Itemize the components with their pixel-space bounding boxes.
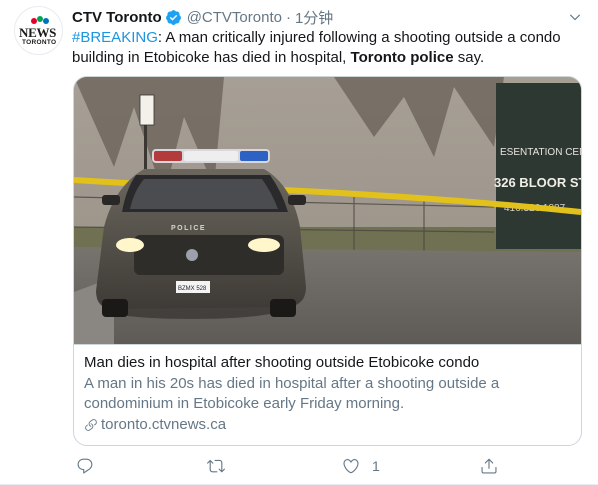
card-image[interactable]: ESENTATION CEN 326 BLOOR ST. 416.326.188… <box>74 77 581 344</box>
share-icon <box>481 458 497 474</box>
card-description: A man in his 20s has died in hospital af… <box>84 375 500 412</box>
link-card[interactable]: ESENTATION CEN 326 BLOOR ST. 416.326.188… <box>73 76 582 446</box>
avatar[interactable]: NEWS TORONTO <box>14 6 63 55</box>
tweet-text-part2: say. <box>453 48 485 66</box>
card-link-text: toronto.ctvnews.ca <box>101 416 227 433</box>
tweet-header: CTV Toronto @CTVToronto · 1分钟 <box>72 7 333 27</box>
car-hood-text: POLICE <box>171 225 206 232</box>
like-count: 1 <box>372 458 380 474</box>
card-link[interactable]: toronto.ctvnews.ca <box>84 416 571 433</box>
timestamp[interactable]: 1分钟 <box>295 7 333 28</box>
link-icon <box>85 418 97 431</box>
reply-icon <box>77 458 93 474</box>
hashtag-link[interactable]: #BREAKING <box>72 29 158 46</box>
tweet-text-bold: Toronto police <box>350 48 454 66</box>
display-name[interactable]: CTV Toronto <box>72 9 162 26</box>
separator-dot: · <box>285 8 291 26</box>
retweet-icon <box>207 459 225 473</box>
more-options-chevron-down-icon[interactable] <box>566 8 584 26</box>
handle[interactable]: @CTVToronto <box>187 9 282 26</box>
tweet-actions: 1 <box>72 454 512 478</box>
reply-button[interactable] <box>76 454 94 478</box>
tweet[interactable]: NEWS TORONTO CTV Toronto @CTVToronto · 1… <box>0 0 598 485</box>
sign-text-1: ESENTATION CEN <box>500 147 581 158</box>
license-plate-text: BZMX 528 <box>178 286 207 292</box>
card-title: Man dies in hospital after shooting outs… <box>84 354 480 371</box>
avatar-logo-city: TORONTO <box>22 39 57 46</box>
like-button[interactable]: 1 <box>342 454 380 478</box>
tweet-text: #BREAKING: A man critically injured foll… <box>72 28 582 67</box>
verified-badge-icon <box>165 9 182 26</box>
sign-text-2: 326 BLOOR ST. <box>494 175 581 190</box>
retweet-button[interactable] <box>206 454 226 478</box>
share-button[interactable] <box>480 454 498 478</box>
card-info[interactable]: Man dies in hospital after shooting outs… <box>74 344 581 445</box>
heart-icon <box>343 459 359 474</box>
